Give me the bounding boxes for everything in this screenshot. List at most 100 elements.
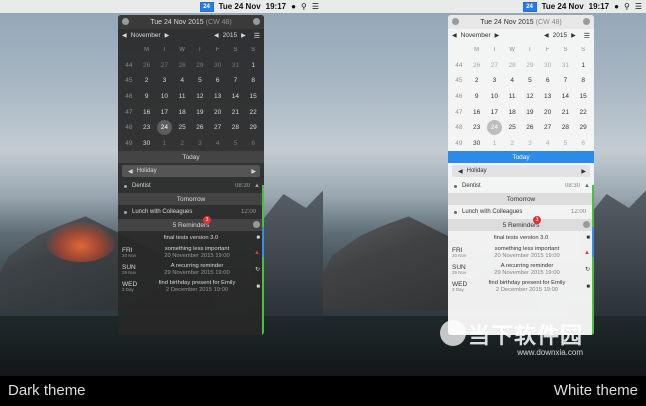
prev-year-icon[interactable]: ◀ bbox=[214, 32, 219, 39]
gear-icon[interactable] bbox=[122, 18, 129, 25]
list-view-icon[interactable]: ☰ bbox=[254, 32, 260, 40]
day-cell[interactable]: 1 bbox=[486, 140, 504, 147]
calendar-menu-icon[interactable]: 24 bbox=[522, 1, 537, 12]
next-year-icon[interactable]: ▶ bbox=[241, 32, 246, 39]
day-cell[interactable]: 7 bbox=[557, 77, 575, 84]
day-cell[interactable]: 5 bbox=[227, 140, 245, 147]
day-cell[interactable]: 16 bbox=[138, 109, 156, 116]
day-cell[interactable]: 2 bbox=[138, 77, 156, 84]
holiday-event[interactable]: ◀ Holiday ▶ bbox=[452, 165, 590, 178]
dentist-event[interactable]: Dentist 08:30 ▲ bbox=[448, 179, 594, 193]
lunch-event[interactable]: Lunch with Colleagues 12:00 bbox=[448, 205, 594, 219]
day-cell[interactable]: 4 bbox=[539, 140, 557, 147]
prev-month-icon[interactable]: ◀ bbox=[122, 32, 127, 39]
day-cell[interactable]: 18 bbox=[503, 109, 521, 116]
day-cell[interactable]: 13 bbox=[209, 93, 227, 100]
day-cell[interactable]: 30 bbox=[539, 62, 557, 69]
day-cell[interactable]: 7 bbox=[227, 77, 245, 84]
day-cell[interactable]: 17 bbox=[486, 109, 504, 116]
day-cell[interactable]: 3 bbox=[486, 77, 504, 84]
day-cell[interactable]: 2 bbox=[468, 77, 486, 84]
day-cell[interactable]: 31 bbox=[227, 62, 245, 69]
day-cell[interactable]: 24 bbox=[156, 120, 174, 136]
day-cell[interactable]: 14 bbox=[557, 93, 575, 100]
day-cell[interactable]: 12 bbox=[521, 93, 539, 100]
reminder-item[interactable]: SUN 29 Nov A recurring reminder 29 Novembe… bbox=[118, 261, 264, 278]
day-cell[interactable]: 6 bbox=[244, 140, 262, 147]
reminders-header[interactable]: 5 Reminders 3 bbox=[118, 216, 264, 232]
day-cell[interactable]: 27 bbox=[539, 124, 557, 131]
day-cell[interactable]: 17 bbox=[156, 109, 174, 116]
day-cell[interactable]: 8 bbox=[574, 77, 592, 84]
day-cell[interactable]: 11 bbox=[503, 93, 521, 100]
day-cell[interactable]: 2 bbox=[173, 140, 191, 147]
reminder-item[interactable]: final tests version 3.0 ■ bbox=[118, 231, 264, 244]
day-cell[interactable]: 9 bbox=[468, 93, 486, 100]
day-cell[interactable]: 29 bbox=[244, 124, 262, 131]
day-cell[interactable]: 1 bbox=[156, 140, 174, 147]
day-cell[interactable]: 23 bbox=[468, 124, 486, 131]
day-cell[interactable]: 6 bbox=[539, 77, 557, 84]
day-cell[interactable]: 29 bbox=[574, 124, 592, 131]
day-cell[interactable]: 26 bbox=[468, 62, 486, 69]
search-icon[interactable]: ⚲ bbox=[301, 2, 307, 11]
day-cell[interactable]: 11 bbox=[173, 93, 191, 100]
menubar-time[interactable]: 19:17 bbox=[589, 2, 609, 11]
day-cell[interactable]: 23 bbox=[138, 124, 156, 131]
day-cell[interactable]: 13 bbox=[539, 93, 557, 100]
day-cell[interactable]: 27 bbox=[156, 62, 174, 69]
menubar-date[interactable]: Tue 24 Nov bbox=[542, 2, 584, 11]
reminders-options-icon[interactable] bbox=[253, 221, 260, 229]
day-cell[interactable]: 25 bbox=[503, 124, 521, 131]
day-cell[interactable]: 6 bbox=[574, 140, 592, 147]
reminder-item[interactable]: FRI 20 Nov something less important 20 Nov… bbox=[448, 244, 594, 261]
day-cell[interactable]: 28 bbox=[227, 124, 245, 131]
day-cell[interactable]: 26 bbox=[138, 62, 156, 69]
day-cell[interactable]: 20 bbox=[539, 109, 557, 116]
day-cell[interactable]: 15 bbox=[244, 93, 262, 100]
gear-icon[interactable] bbox=[452, 18, 459, 25]
reminder-item[interactable]: final tests version 3.0 ■ bbox=[448, 231, 594, 244]
menu-icon[interactable]: ☰ bbox=[312, 2, 319, 11]
day-cell[interactable]: 31 bbox=[557, 62, 575, 69]
day-cell[interactable]: 5 bbox=[191, 77, 209, 84]
day-cell[interactable]: 3 bbox=[521, 140, 539, 147]
day-cell[interactable]: 8 bbox=[244, 77, 262, 84]
day-cell[interactable]: 22 bbox=[244, 109, 262, 116]
day-cell[interactable]: 25 bbox=[173, 124, 191, 131]
day-cell[interactable]: 1 bbox=[244, 62, 262, 69]
day-cell[interactable]: 5 bbox=[521, 77, 539, 84]
day-cell[interactable]: 15 bbox=[574, 93, 592, 100]
day-cell[interactable]: 30 bbox=[209, 62, 227, 69]
prev-year-icon[interactable]: ◀ bbox=[544, 32, 549, 39]
day-cell[interactable]: 21 bbox=[227, 109, 245, 116]
day-cell[interactable]: 27 bbox=[486, 62, 504, 69]
day-cell[interactable]: 22 bbox=[574, 109, 592, 116]
day-cell[interactable]: 18 bbox=[173, 109, 191, 116]
calendar-menu-icon[interactable]: 24 bbox=[199, 1, 214, 12]
menubar-date[interactable]: Tue 24 Nov bbox=[219, 2, 261, 11]
day-cell[interactable]: 28 bbox=[173, 62, 191, 69]
day-cell[interactable]: 20 bbox=[209, 109, 227, 116]
reminder-item[interactable]: WED 3 Day find birthday present for Emily… bbox=[118, 278, 264, 295]
lunch-event[interactable]: Lunch with Colleagues 12:00 bbox=[118, 205, 264, 219]
day-cell[interactable]: 2 bbox=[503, 140, 521, 147]
day-cell[interactable]: 30 bbox=[138, 140, 156, 147]
day-cell[interactable]: 5 bbox=[557, 140, 575, 147]
day-cell[interactable]: 3 bbox=[191, 140, 209, 147]
list-view-icon[interactable]: ☰ bbox=[584, 32, 590, 40]
reminders-options-icon[interactable] bbox=[583, 221, 590, 229]
day-cell[interactable]: 4 bbox=[173, 77, 191, 84]
dentist-event[interactable]: Dentist 08:30 ▲ bbox=[118, 179, 264, 193]
day-cell[interactable]: 24 bbox=[486, 120, 504, 136]
day-cell[interactable]: 6 bbox=[209, 77, 227, 84]
day-cell[interactable]: 30 bbox=[468, 140, 486, 147]
next-month-icon[interactable]: ▶ bbox=[165, 32, 170, 39]
day-cell[interactable]: 4 bbox=[503, 77, 521, 84]
day-cell[interactable]: 19 bbox=[191, 109, 209, 116]
day-cell[interactable]: 14 bbox=[227, 93, 245, 100]
day-cell[interactable]: 28 bbox=[557, 124, 575, 131]
day-cell[interactable]: 29 bbox=[191, 62, 209, 69]
reminder-item[interactable]: WED 3 Day find birthday present for Emily… bbox=[448, 278, 594, 295]
user-icon[interactable]: ● bbox=[291, 2, 296, 11]
